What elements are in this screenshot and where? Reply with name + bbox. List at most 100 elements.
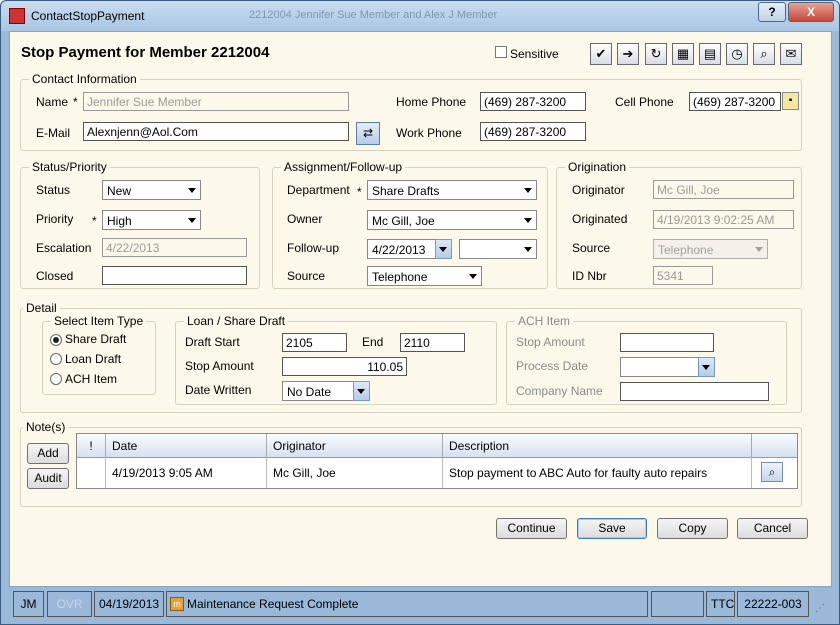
table-row[interactable]: 4/19/2013 9:05 AM Mc Gill, Joe Stop paym… — [77, 458, 797, 488]
share-draft-radio[interactable] — [50, 334, 62, 346]
column-header-originator[interactable]: Originator — [267, 434, 443, 458]
column-header-flag[interactable]: ! — [77, 434, 106, 458]
checklist-icon[interactable]: ✔ — [590, 43, 612, 65]
priority-label: Priority — [36, 212, 74, 226]
view-note-icon[interactable]: ⌕ — [761, 462, 783, 482]
closed-field[interactable] — [102, 266, 247, 285]
ach-item-radio[interactable] — [50, 373, 62, 385]
email-field[interactable]: Alexnjenn@Aol.Com — [83, 122, 349, 141]
company-name-label: Company Name — [516, 384, 603, 398]
cell-phone-field[interactable]: (469) 287-3200 — [689, 92, 781, 111]
end-label: End — [362, 335, 384, 349]
company-name-field[interactable] — [620, 382, 769, 401]
chevron-down-icon — [469, 274, 477, 279]
chevron-down-icon — [188, 188, 196, 193]
row-originator: Mc Gill, Joe — [267, 458, 443, 488]
followup-date-picker[interactable]: 4/22/2013 — [367, 239, 452, 259]
continue-button[interactable]: Continue — [496, 518, 567, 539]
home-phone-field[interactable]: (469) 287-3200 — [480, 92, 586, 111]
priority-select[interactable]: High — [102, 210, 201, 230]
detail-title: Detail — [23, 301, 60, 315]
stop-amount-field[interactable]: 110.05 — [282, 357, 407, 376]
owner-select[interactable]: Mc Gill, Joe — [367, 210, 537, 230]
origination-title: Origination — [565, 160, 630, 174]
date-written-label: Date Written — [185, 383, 252, 397]
title-bar: ContactStopPayment 2212004 Jennifer Sue … — [1, 1, 839, 31]
department-required-mark: * — [357, 185, 362, 199]
escalation-label: Escalation — [36, 241, 92, 255]
files-icon[interactable]: ▦ — [672, 43, 694, 65]
save-button[interactable]: Save — [577, 518, 647, 539]
status-title: Status/Priority — [29, 160, 110, 174]
chevron-down-icon — [524, 247, 532, 252]
status-select[interactable]: New — [102, 180, 201, 200]
process-date-label: Process Date — [516, 359, 589, 373]
draft-start-field[interactable]: 2105 — [282, 333, 347, 352]
close-button[interactable]: X — [788, 2, 834, 22]
escalation-field[interactable]: 4/22/2013 — [102, 238, 247, 257]
loan-share-title: Loan / Share Draft — [184, 314, 289, 328]
share-draft-label: Share Draft — [65, 332, 127, 346]
status-ovr: OVR — [47, 591, 92, 617]
ach-title: ACH Item — [515, 314, 574, 328]
column-header-description[interactable]: Description — [443, 434, 752, 458]
email-label: E-Mail — [36, 126, 71, 140]
closed-label: Closed — [36, 269, 74, 283]
assignment-source-select[interactable]: Telephone — [367, 266, 482, 286]
ach-stop-amount-field[interactable] — [620, 333, 714, 352]
form-body: Stop Payment for Member 2212004 Sensitiv… — [9, 31, 832, 587]
loan-draft-radio[interactable] — [50, 353, 62, 365]
name-field[interactable]: Jennifer Sue Member — [83, 92, 349, 111]
phone-note-icon[interactable]: ▪ — [782, 92, 799, 110]
row-flag — [77, 458, 106, 488]
assignment-source-label: Source — [287, 269, 326, 283]
originated-field[interactable]: 4/19/2013 9:02:25 AM — [653, 210, 794, 229]
refresh-icon[interactable]: ↻ — [645, 43, 667, 65]
document-arrow-icon[interactable]: ➔ — [617, 43, 639, 65]
calendar-dropdown-button[interactable] — [698, 357, 715, 377]
origination-source-value: Telephone — [658, 243, 714, 257]
idnbr-field[interactable]: 5341 — [653, 266, 713, 285]
folder-icon[interactable]: ▤ — [699, 43, 721, 65]
date-written-value: No Date — [287, 385, 332, 399]
chevron-down-icon — [702, 365, 710, 370]
cell-phone-label: Cell Phone — [615, 95, 674, 109]
date-written-picker[interactable]: No Date — [282, 381, 370, 401]
name-label: Name — [36, 95, 69, 109]
notes-table-header: ! Date Originator Description — [77, 434, 797, 458]
chevron-down-icon — [755, 247, 763, 252]
status-message-panel: m Maintenance Request Complete — [166, 591, 648, 617]
cancel-button[interactable]: Cancel — [737, 518, 808, 539]
status-user: JM — [13, 591, 44, 617]
audit-button[interactable]: Audit — [27, 468, 69, 489]
owner-label: Owner — [287, 212, 323, 226]
sensitive-checkbox[interactable] — [495, 46, 507, 58]
chevron-down-icon — [524, 218, 532, 223]
work-phone-field[interactable]: (469) 287-3200 — [480, 122, 586, 141]
resize-grip-icon[interactable]: ⋰ — [815, 603, 825, 614]
origination-source-select[interactable]: Telephone — [653, 239, 768, 259]
row-description: Stop payment to ABC Auto for faulty auto… — [443, 458, 752, 488]
calendar-dropdown-button[interactable] — [353, 381, 370, 401]
send-email-icon[interactable]: ⇄ — [356, 122, 380, 145]
status-code: 22222-003 — [737, 591, 809, 617]
add-note-button[interactable]: Add — [27, 443, 69, 464]
status-message: Maintenance Request Complete — [187, 597, 359, 611]
help-button[interactable]: ? — [758, 2, 786, 22]
status-ttc: TTC — [706, 591, 735, 617]
followup-time-select[interactable] — [459, 239, 537, 259]
column-header-date[interactable]: Date — [106, 434, 267, 458]
end-field[interactable]: 2110 — [400, 333, 465, 352]
mail-icon[interactable]: ✉ — [780, 43, 802, 65]
calendar-dropdown-button[interactable] — [435, 239, 452, 259]
work-phone-label: Work Phone — [396, 126, 462, 140]
department-select[interactable]: Share Drafts — [367, 180, 537, 200]
originator-field[interactable]: Mc Gill, Joe — [653, 180, 794, 199]
copy-button[interactable]: Copy — [657, 518, 728, 539]
originator-label: Originator — [572, 183, 625, 197]
followup-date-value: 4/22/2013 — [372, 243, 426, 257]
clock-icon[interactable]: ◷ — [726, 43, 748, 65]
window: ContactStopPayment 2212004 Jennifer Sue … — [0, 0, 840, 625]
search-doc-icon[interactable]: ⌕ — [753, 43, 775, 65]
process-date-picker[interactable] — [620, 357, 715, 377]
